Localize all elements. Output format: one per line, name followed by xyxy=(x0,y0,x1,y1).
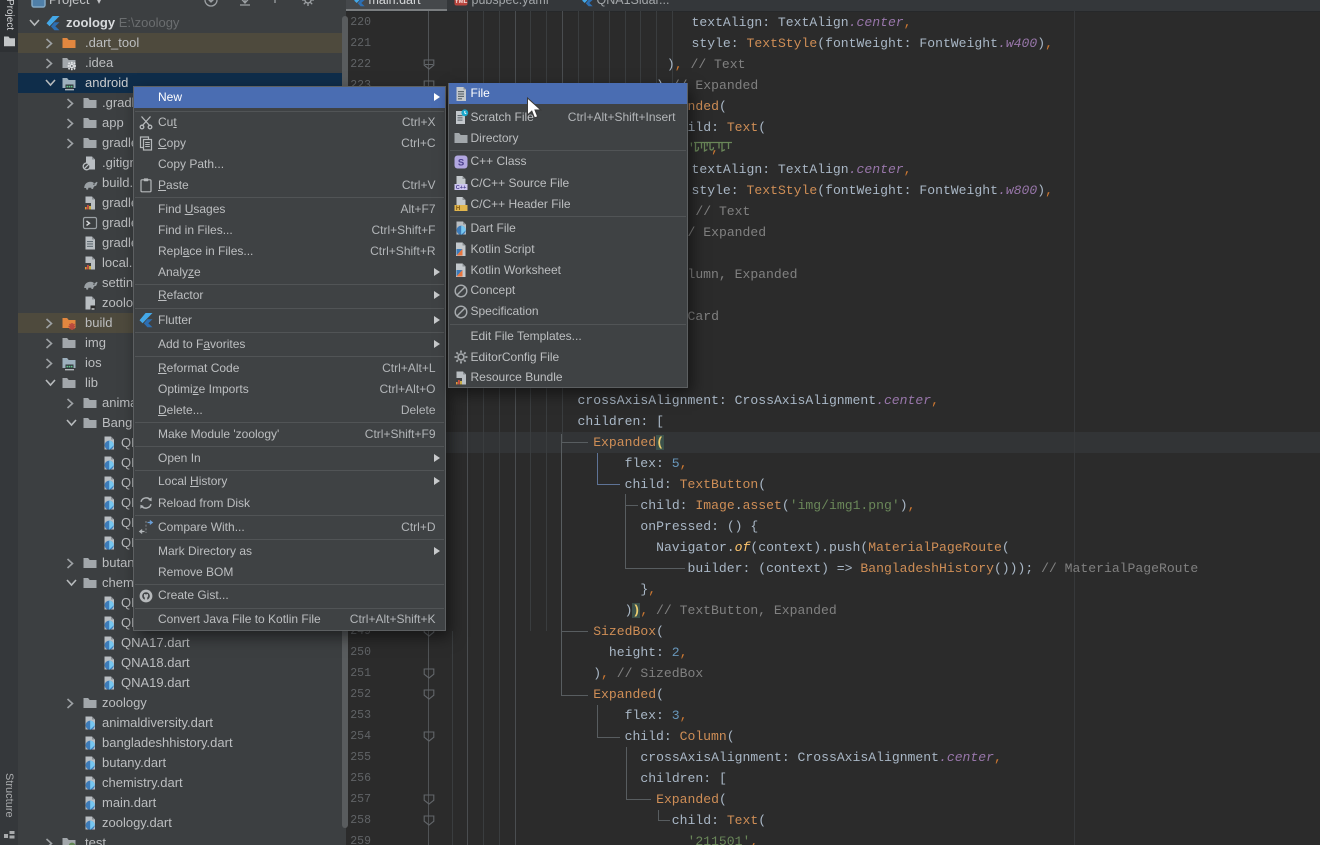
svg-text:YML: YML xyxy=(454,0,467,5)
